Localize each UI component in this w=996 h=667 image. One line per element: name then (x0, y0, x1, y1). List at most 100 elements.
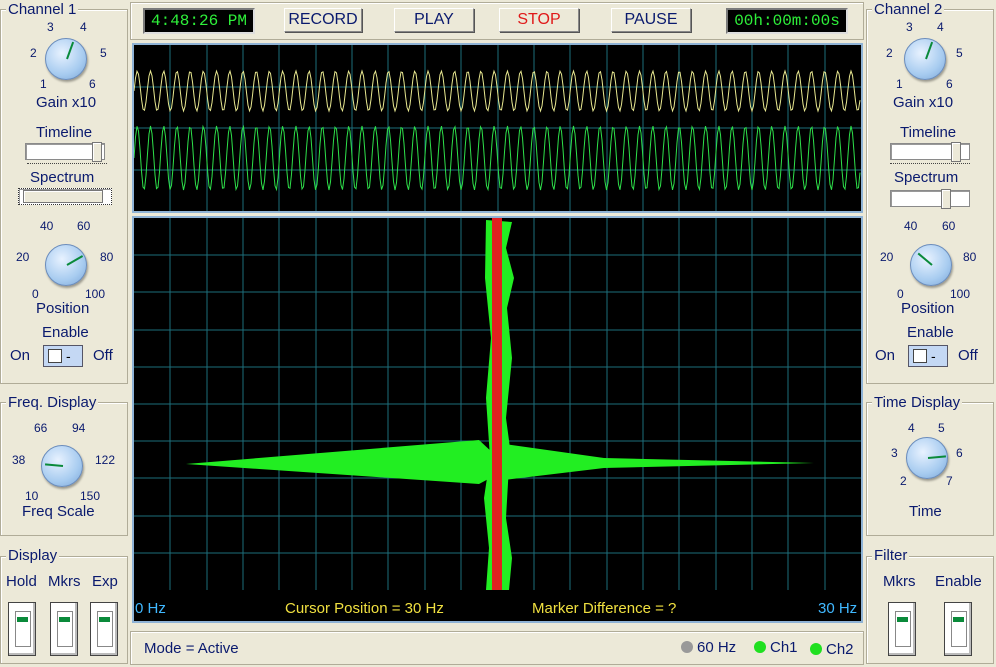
filter-markers-switch[interactable] (888, 602, 916, 656)
freq-scale-knob[interactable] (41, 445, 83, 487)
on-label: On (10, 347, 31, 364)
pos-tick: 80 (100, 250, 114, 264)
record-button[interactable]: RECORD (284, 8, 362, 32)
knob-indicator (927, 455, 947, 459)
play-button[interactable]: PLAY (394, 8, 474, 32)
time-tick: 4 (908, 421, 915, 435)
gain-knob[interactable] (45, 38, 87, 80)
pos-tick: 20 (880, 250, 894, 264)
gain-tick: 4 (937, 20, 944, 34)
pause-button[interactable]: PAUSE (611, 8, 691, 32)
spectrum-slider[interactable] (18, 188, 112, 205)
pos-tick: 0 (897, 287, 904, 301)
timer-display: 00h:00m:00s (726, 8, 848, 34)
ch2-indicator: Ch2 (810, 641, 854, 658)
timeline-dots (890, 163, 970, 165)
enable-label: Enable (907, 324, 954, 341)
off-label: Off (958, 347, 978, 364)
filter-enable-switch[interactable] (944, 602, 972, 656)
slider-thumb[interactable] (941, 189, 951, 209)
channel1-title: Channel 1 (6, 1, 79, 18)
waveform-svg (133, 45, 861, 211)
knob-indicator (66, 255, 84, 266)
hz60-led (681, 641, 693, 653)
pos-tick: 20 (16, 250, 30, 264)
gain-tick: 3 (47, 20, 54, 34)
timeline-dots (27, 163, 107, 165)
gain-tick: 2 (30, 46, 37, 60)
time-knob[interactable] (906, 437, 948, 479)
spectrum-label: Spectrum (894, 169, 959, 186)
slider-thumb[interactable] (92, 142, 102, 162)
pos-tick: 100 (950, 287, 971, 301)
marker-difference-label: Marker Difference = ? (532, 600, 677, 617)
gain-tick: 5 (956, 46, 963, 60)
spectrum-display: 0 Hz Cursor Position = 30 Hz Marker Diff… (132, 216, 863, 623)
pos-tick: 80 (963, 250, 977, 264)
mode-label: Mode = Active (144, 640, 239, 657)
time-tick: 5 (938, 421, 945, 435)
markers-switch[interactable] (50, 602, 78, 656)
switch-led (897, 617, 908, 622)
position-label: Position (901, 300, 955, 317)
time-label: Time (909, 503, 942, 520)
freq-tick: 122 (95, 453, 116, 467)
right-freq-label: 30 Hz (818, 600, 858, 617)
pos-tick: 100 (85, 287, 106, 301)
timeline-slider[interactable] (890, 142, 970, 162)
display-title: Display (6, 547, 60, 564)
freq-tick: 94 (72, 421, 86, 435)
spectrum-slider[interactable] (890, 189, 970, 209)
freq-tick: 150 (80, 489, 101, 503)
time-tick: 6 (956, 446, 963, 460)
hold-switch[interactable] (8, 602, 36, 656)
freq-tick: 10 (25, 489, 39, 503)
freq-display-title: Freq. Display (6, 394, 99, 411)
timeline-label: Timeline (36, 124, 93, 141)
exp-switch[interactable] (90, 602, 118, 656)
clock-display: 4:48:26 PM (143, 8, 255, 34)
time-display-title: Time Display (872, 394, 963, 411)
enable-toggle[interactable]: - (908, 345, 948, 367)
gain-tick: 2 (886, 46, 893, 60)
timeline-slider[interactable] (25, 142, 105, 162)
knob-indicator (66, 41, 75, 60)
gain-label: Gain x10 (36, 94, 97, 111)
freq-tick: 38 (12, 453, 26, 467)
filter-mkrs-label: Mkrs (883, 573, 916, 590)
gain-tick: 1 (40, 77, 47, 91)
pos-tick: 60 (77, 219, 91, 233)
gain-tick: 1 (896, 77, 903, 91)
ch1-indicator: Ch1 (754, 639, 798, 656)
off-label: Off (93, 347, 113, 364)
slider-thumb[interactable] (951, 142, 961, 162)
hz60-indicator: 60 Hz (681, 639, 736, 656)
toggle-knob (48, 349, 62, 363)
knob-indicator (917, 252, 933, 266)
toggle-text: - (931, 348, 936, 364)
spectrum-svg (134, 218, 861, 590)
position-knob[interactable] (910, 244, 952, 286)
gain-knob[interactable] (904, 38, 946, 80)
switch-led (953, 617, 964, 622)
filter-enable-label: Enable (935, 573, 982, 590)
cursor-position-label: Cursor Position = 30 Hz (285, 600, 444, 617)
ch1-led (754, 641, 766, 653)
hold-label: Hold (6, 573, 37, 590)
spectrum-label: Spectrum (30, 169, 95, 186)
time-tick: 3 (891, 446, 898, 460)
toggle-knob (913, 349, 927, 363)
switch-led (99, 617, 110, 622)
slider-thumb[interactable] (23, 190, 103, 203)
cursor-marker (492, 218, 502, 590)
pos-tick: 40 (40, 219, 54, 233)
stop-button[interactable]: STOP (499, 8, 579, 32)
time-tick: 7 (946, 474, 953, 488)
freq-tick: 66 (34, 421, 48, 435)
toggle-text: - (66, 348, 71, 364)
gain-tick: 4 (80, 20, 87, 34)
enable-toggle[interactable]: - (43, 345, 83, 367)
position-knob[interactable] (45, 244, 87, 286)
hz60-label: 60 Hz (697, 639, 737, 656)
mkrs-label: Mkrs (48, 573, 81, 590)
